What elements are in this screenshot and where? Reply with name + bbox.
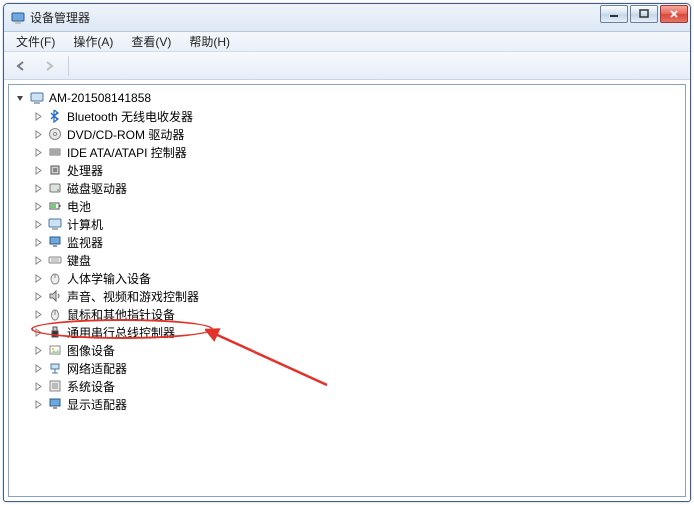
menu-help[interactable]: 帮助(H) — [181, 31, 238, 52]
disk-icon — [47, 180, 63, 196]
tree-panel[interactable]: AM-201508141858 Bluetooth 无线电收发器DVD/CD-R… — [8, 84, 686, 497]
expander-icon[interactable] — [33, 291, 44, 302]
tree-node-label: 人体学输入设备 — [67, 270, 151, 287]
nav-back-button[interactable] — [10, 55, 32, 77]
tree-node[interactable]: 鼠标和其他指针设备 — [13, 305, 681, 323]
tree-node[interactable]: Bluetooth 无线电收发器 — [13, 107, 681, 125]
expander-icon[interactable] — [33, 345, 44, 356]
tree-node-label: 监视器 — [67, 234, 103, 251]
tree-node[interactable]: 计算机 — [13, 215, 681, 233]
ide-icon — [47, 144, 63, 160]
expander-icon[interactable] — [33, 129, 44, 140]
tree-node[interactable]: 键盘 — [13, 251, 681, 269]
system-icon — [47, 378, 63, 394]
monitor-icon — [47, 234, 63, 250]
tree-node-label: 声音、视频和游戏控制器 — [67, 288, 199, 305]
tree-node[interactable]: IDE ATA/ATAPI 控制器 — [13, 143, 681, 161]
app-icon — [10, 10, 26, 26]
tree-node[interactable]: DVD/CD-ROM 驱动器 — [13, 125, 681, 143]
computer-icon — [29, 90, 45, 106]
tree-node-label: 网络适配器 — [67, 360, 127, 377]
cdrom-icon — [47, 126, 63, 142]
tree-node-label: 磁盘驱动器 — [67, 180, 127, 197]
tree-node-label: IDE ATA/ATAPI 控制器 — [67, 144, 187, 161]
tree-node[interactable]: 处理器 — [13, 161, 681, 179]
menu-view[interactable]: 查看(V) — [123, 31, 179, 52]
computer-icon — [47, 216, 63, 232]
keyboard-icon — [47, 252, 63, 268]
tree-node[interactable]: 显示适配器 — [13, 395, 681, 413]
expander-icon[interactable] — [15, 93, 26, 104]
expander-icon[interactable] — [33, 399, 44, 410]
tree-node[interactable]: 通用串行总线控制器 — [13, 323, 681, 341]
toolbar-separator — [68, 56, 69, 76]
expander-icon[interactable] — [33, 309, 44, 320]
expander-icon[interactable] — [33, 165, 44, 176]
expander-icon[interactable] — [33, 201, 44, 212]
tree-node[interactable]: 图像设备 — [13, 341, 681, 359]
tree-node-label: 计算机 — [67, 216, 103, 233]
expander-icon[interactable] — [33, 327, 44, 338]
expander-icon[interactable] — [33, 273, 44, 284]
tree-node-label: 电池 — [67, 198, 91, 215]
hid-icon — [47, 270, 63, 286]
tree-node-label: Bluetooth 无线电收发器 — [67, 108, 193, 125]
window-controls — [600, 5, 688, 23]
bluetooth-icon — [47, 108, 63, 124]
mouse-icon — [47, 306, 63, 322]
tree-node-label: 图像设备 — [67, 342, 115, 359]
titlebar: 设备管理器 — [4, 4, 690, 32]
minimize-button[interactable] — [600, 5, 628, 23]
image-icon — [47, 342, 63, 358]
tree-node[interactable]: 声音、视频和游戏控制器 — [13, 287, 681, 305]
tree-node[interactable]: 网络适配器 — [13, 359, 681, 377]
device-tree: AM-201508141858 Bluetooth 无线电收发器DVD/CD-R… — [9, 85, 685, 417]
expander-icon[interactable] — [33, 237, 44, 248]
expander-icon[interactable] — [33, 255, 44, 266]
toolbar — [4, 52, 690, 80]
window-title: 设备管理器 — [30, 9, 90, 26]
tree-node-label: 系统设备 — [67, 378, 115, 395]
cpu-icon — [47, 162, 63, 178]
tree-node-label: 键盘 — [67, 252, 91, 269]
menubar: 文件(F) 操作(A) 查看(V) 帮助(H) — [4, 32, 690, 52]
tree-root-label: AM-201508141858 — [49, 91, 151, 105]
tree-node[interactable]: 磁盘驱动器 — [13, 179, 681, 197]
expander-icon[interactable] — [33, 147, 44, 158]
close-button[interactable] — [660, 5, 688, 23]
device-manager-window: 设备管理器 文件(F) 操作(A) 查看(V) 帮助(H) — [3, 3, 691, 502]
tree-node[interactable]: 人体学输入设备 — [13, 269, 681, 287]
usb-icon — [47, 324, 63, 340]
tree-node-label: DVD/CD-ROM 驱动器 — [67, 126, 184, 143]
maximize-button[interactable] — [630, 5, 658, 23]
tree-node-label: 鼠标和其他指针设备 — [67, 306, 175, 323]
tree-node-label: 处理器 — [67, 162, 103, 179]
tree-root[interactable]: AM-201508141858 — [13, 89, 681, 107]
nav-forward-button[interactable] — [38, 55, 60, 77]
expander-icon[interactable] — [33, 219, 44, 230]
expander-icon[interactable] — [33, 363, 44, 374]
menu-action[interactable]: 操作(A) — [65, 31, 121, 52]
display-icon — [47, 396, 63, 412]
tree-node[interactable]: 电池 — [13, 197, 681, 215]
tree-node-label: 通用串行总线控制器 — [67, 324, 175, 341]
tree-node-label: 显示适配器 — [67, 396, 127, 413]
sound-icon — [47, 288, 63, 304]
tree-node[interactable]: 监视器 — [13, 233, 681, 251]
tree-children: Bluetooth 无线电收发器DVD/CD-ROM 驱动器IDE ATA/AT… — [13, 107, 681, 413]
network-icon — [47, 360, 63, 376]
expander-icon[interactable] — [33, 183, 44, 194]
expander-icon[interactable] — [33, 111, 44, 122]
tree-node[interactable]: 系统设备 — [13, 377, 681, 395]
menu-file[interactable]: 文件(F) — [8, 31, 63, 52]
expander-icon[interactable] — [33, 381, 44, 392]
battery-icon — [47, 198, 63, 214]
